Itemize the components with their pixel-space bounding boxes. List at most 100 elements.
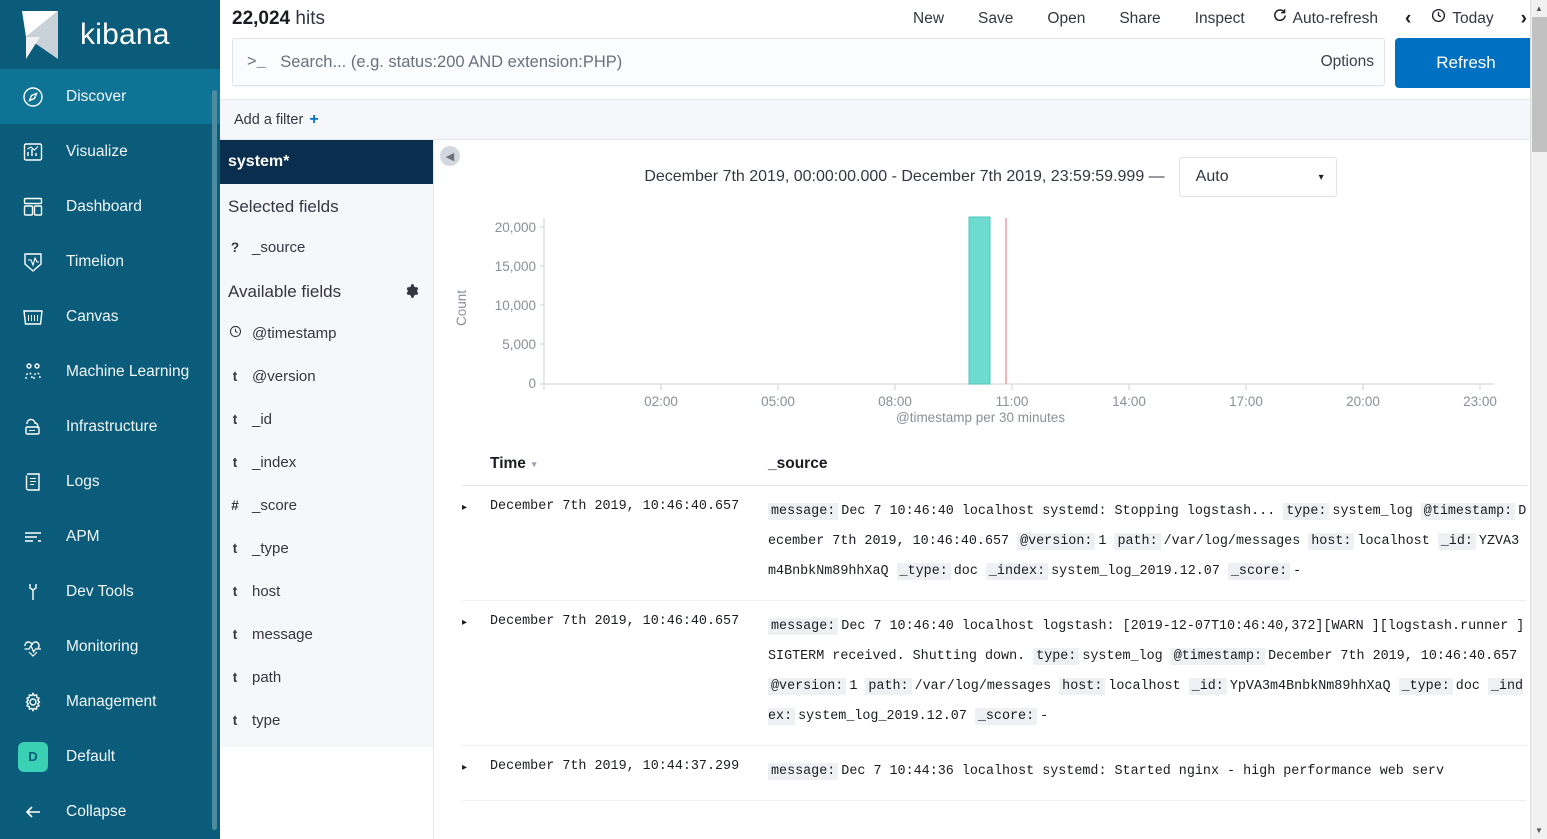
sidebar-item-space-default[interactable]: D Default — [0, 729, 220, 784]
index-pattern-selector[interactable]: system* — [220, 140, 433, 184]
field-item-type-meta[interactable]: t _type — [228, 527, 433, 570]
field-settings-gear-icon[interactable] — [405, 284, 419, 301]
time-picker-button[interactable]: Today — [1421, 4, 1510, 34]
chevron-left-circle-icon[interactable]: ◀ — [440, 146, 460, 166]
field-item-source[interactable]: ? _source — [228, 226, 433, 269]
plus-icon: + — [309, 110, 319, 128]
field-item-timestamp[interactable]: @timestamp — [228, 312, 433, 355]
field-item-host[interactable]: t host — [228, 570, 433, 613]
interval-select[interactable]: Auto ▾ — [1178, 157, 1337, 197]
scroll-down-arrow-icon[interactable]: ▼ — [1531, 822, 1547, 839]
field-item-id[interactable]: t _id — [228, 398, 433, 441]
scrollbar-thumb[interactable] — [1532, 17, 1547, 152]
sort-desc-icon[interactable]: ▾ — [532, 459, 537, 470]
field-key: host: — [1059, 678, 1106, 695]
sidebar-item-apm[interactable]: APM — [0, 509, 220, 564]
field-value: - — [1293, 564, 1302, 579]
scroll-up-arrow-icon[interactable]: ▲ — [1531, 0, 1547, 17]
sidebar-item-canvas[interactable]: Canvas — [0, 289, 220, 344]
field-key: _type: — [896, 563, 951, 580]
open-button[interactable]: Open — [1030, 4, 1102, 34]
sidebar-item-timelion[interactable]: Timelion — [0, 234, 220, 289]
sidebar-scrollbar[interactable] — [212, 90, 217, 830]
field-item-message[interactable]: t message — [228, 613, 433, 656]
top-toolbar: 22,024 hits New Save Open Share Inspect — [220, 0, 1547, 100]
table-row[interactable]: ▸ December 7th 2019, 10:44:37.299 messag… — [462, 746, 1527, 801]
time-column-header[interactable]: Time ▾ — [490, 455, 768, 473]
field-value: system_log — [1082, 649, 1163, 664]
field-value: 1 — [1098, 534, 1107, 549]
time-prev-button[interactable]: ‹ — [1395, 8, 1421, 30]
refresh-button[interactable]: Refresh — [1395, 38, 1537, 88]
field-value: doc — [953, 564, 978, 579]
row-time: December 7th 2019, 10:46:40.657 — [490, 614, 740, 629]
field-type-icon: t — [232, 669, 238, 685]
hits-label: hits — [295, 8, 325, 29]
timelion-icon — [18, 248, 48, 276]
table-row[interactable]: ▸ December 7th 2019, 10:46:40.657 messag… — [462, 601, 1527, 746]
histogram-chart[interactable]: Count 20,000 15,000 10,000 5,000 0 02:00… — [444, 208, 1547, 433]
sidebar-item-dev-tools[interactable]: Dev Tools — [0, 564, 220, 619]
row-time: December 7th 2019, 10:46:40.657 — [490, 499, 740, 514]
query-options-button[interactable]: Options — [1307, 53, 1374, 71]
field-item-type[interactable]: t type — [228, 699, 433, 742]
logs-icon — [18, 468, 48, 496]
chart-icon — [18, 138, 48, 166]
field-value: localhost — [1108, 679, 1181, 694]
clock-icon — [1431, 4, 1446, 34]
sidebar-item-infrastructure[interactable]: Infrastructure — [0, 399, 220, 454]
page-scrollbar[interactable]: ▲ ▼ — [1530, 0, 1547, 839]
share-button[interactable]: Share — [1102, 4, 1177, 34]
field-key: _id: — [1188, 678, 1227, 695]
expand-row-icon[interactable]: ▸ — [462, 757, 490, 787]
x-tick-0500: 05:00 — [761, 394, 795, 408]
add-filter-button[interactable]: Add a filter + — [234, 111, 319, 129]
field-key: @timestamp: — [1170, 648, 1266, 665]
table-row[interactable]: ▸ December 7th 2019, 10:46:40.657 messag… — [462, 486, 1527, 601]
sidebar-item-label: Dashboard — [66, 197, 142, 215]
sidebar-item-discover[interactable]: Discover — [0, 69, 220, 124]
field-item-version[interactable]: t @version — [228, 355, 433, 398]
y-tick-10000: 10,000 — [495, 298, 536, 313]
field-item-score[interactable]: # _score — [228, 484, 433, 527]
sidebar-item-management[interactable]: Management — [0, 674, 220, 729]
kibana-brand[interactable]: kibana — [0, 0, 220, 69]
field-item-path[interactable]: t path — [228, 656, 433, 699]
field-list-inner: Selected fields ? _source Available fiel… — [220, 184, 433, 742]
compass-icon — [18, 83, 48, 111]
field-value: YpVA3m4BnbkNm89hhXaQ — [1229, 679, 1391, 694]
sidebar-item-dashboard[interactable]: Dashboard — [0, 179, 220, 234]
chart-header: December 7th 2019, 00:00:00.000 - Decemb… — [434, 140, 1547, 208]
sidebar-item-monitoring[interactable]: Monitoring — [0, 619, 220, 674]
sidebar-item-collapse[interactable]: Collapse — [0, 784, 220, 839]
field-key: message: — [768, 618, 839, 635]
field-value: system_log_2019.12.07 — [1051, 564, 1220, 579]
sidebar-item-visualize[interactable]: Visualize — [0, 124, 220, 179]
global-nav-sidebar: kibana Discover Visualize Dashboard Time… — [0, 0, 220, 839]
sidebar-item-label: Discover — [66, 87, 127, 105]
sidebar-item-logs[interactable]: Logs — [0, 454, 220, 509]
field-value: system_log — [1332, 504, 1413, 519]
expand-row-icon[interactable]: ▸ — [462, 497, 490, 587]
new-button[interactable]: New — [896, 4, 961, 34]
sidebar-item-machine-learning[interactable]: Machine Learning — [0, 344, 220, 399]
x-tick-1400: 14:00 — [1112, 394, 1146, 408]
inspect-button[interactable]: Inspect — [1178, 4, 1262, 34]
field-item-index[interactable]: t _index — [228, 441, 433, 484]
canvas-icon — [18, 303, 48, 331]
expand-row-icon[interactable]: ▸ — [462, 612, 490, 732]
field-key: _score: — [974, 708, 1038, 725]
field-type-icon: ? — [230, 240, 240, 256]
expand-column-header — [462, 455, 490, 473]
sidebar-item-label: Machine Learning — [66, 362, 190, 380]
time-column-label: Time — [490, 455, 526, 472]
row-source: message: Dec 7 10:46:40 localhost systemd… — [768, 497, 1527, 587]
query-bar[interactable]: >_ Options — [232, 38, 1385, 86]
save-button[interactable]: Save — [961, 4, 1030, 34]
sidebar-item-label: Visualize — [66, 142, 128, 160]
search-input[interactable] — [280, 52, 1307, 72]
main-area: 22,024 hits New Save Open Share Inspect — [220, 0, 1547, 839]
auto-refresh-button[interactable]: Auto-refresh — [1262, 4, 1395, 34]
sidebar-item-label: Dev Tools — [66, 582, 134, 600]
sidebar-item-label: Collapse — [66, 802, 127, 820]
